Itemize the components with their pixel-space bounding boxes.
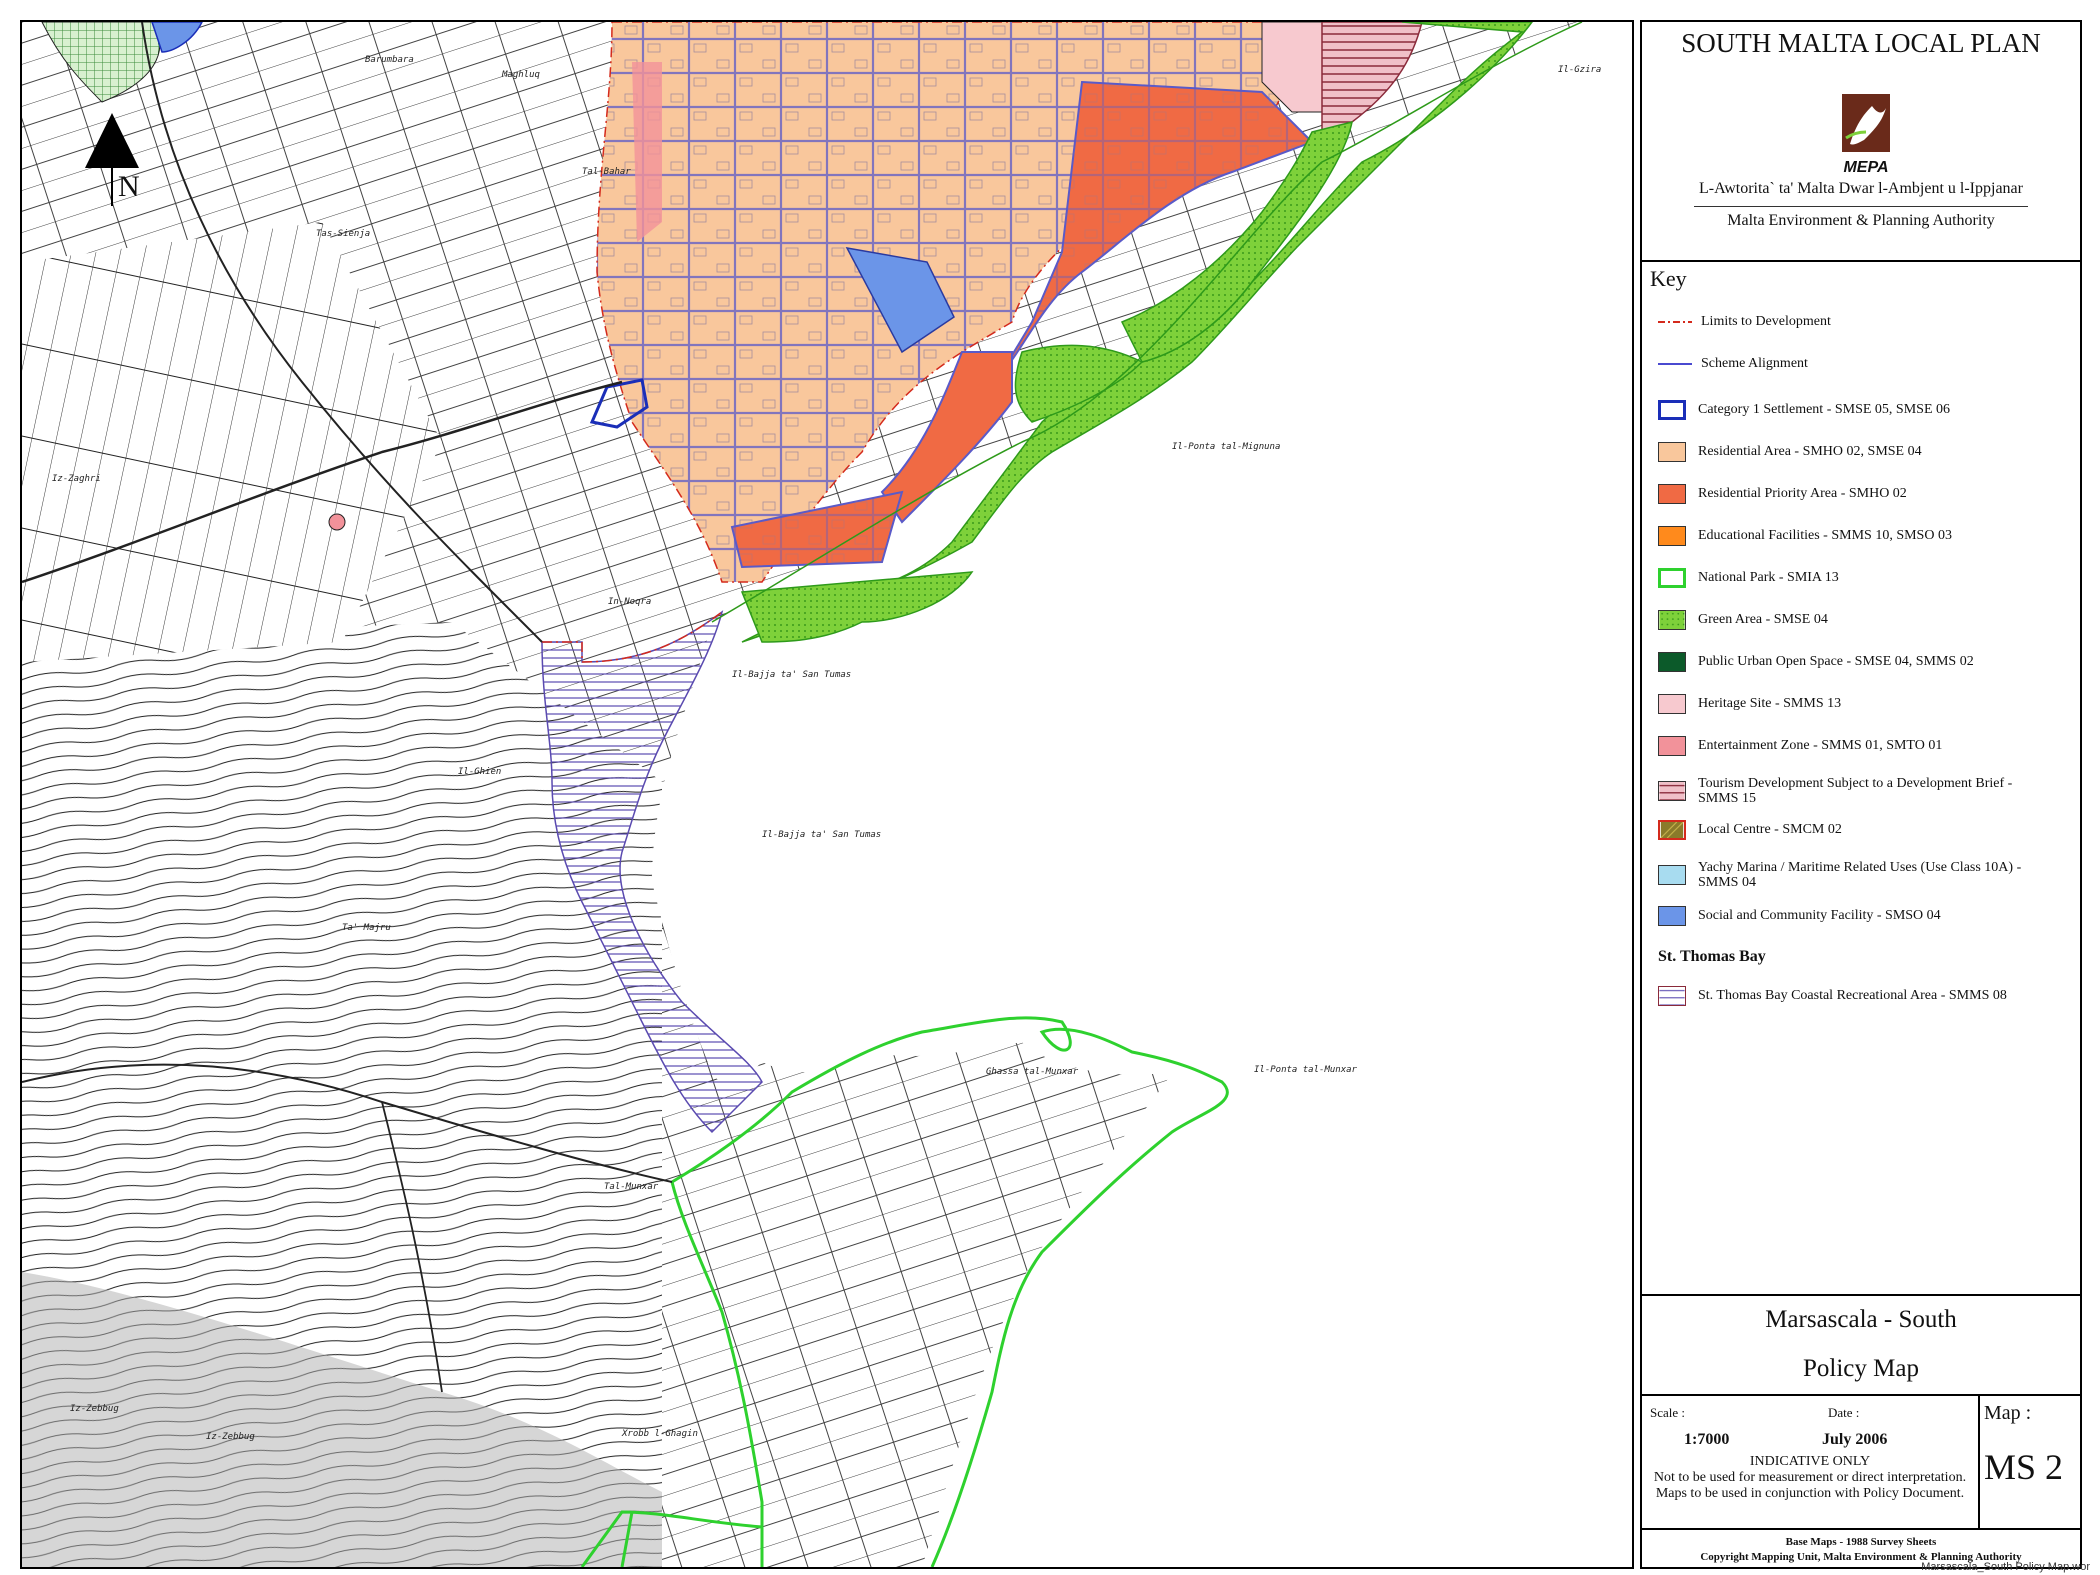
legend-item-public-urban-open-space: Public Urban Open Space - SMSE 04, SMMS … <box>1658 652 2078 672</box>
date-value: July 2006 <box>1822 1431 1888 1448</box>
legend-item-category-1-settlement: Category 1 Settlement - SMSE 05, SMSE 06 <box>1658 400 2078 420</box>
place-name-il-ponta-mignuna: Il-Ponta tal-Mignuna <box>1172 442 1281 452</box>
legend-panel: SOUTH MALTA LOCAL PLAN MEPA L-Awtorita` … <box>1640 20 2082 1569</box>
legend-item-limits-to-development: Limits to Development <box>1658 312 2078 332</box>
legend-label: Public Urban Open Space - SMSE 04, SMMS … <box>1698 654 1974 669</box>
legend-label: Tourism Development Subject to a Develop… <box>1698 776 2013 806</box>
legend-label: Green Area - SMSE 04 <box>1698 612 1828 627</box>
divider <box>1642 260 2080 262</box>
place-name-il-ponta-munxar: Il-Ponta tal-Munxar <box>1254 1065 1357 1075</box>
legend-item-st-thomas-bay: St. Thomas Bay Coastal Recreational Area… <box>1658 986 2078 1006</box>
legend-label: Residential Area - SMHO 02, SMSE 04 <box>1698 444 1922 459</box>
dotted-swatch-icon <box>1658 610 1686 630</box>
place-name-ta-majru: Ta' Majru <box>342 923 391 933</box>
legend-label: Limits to Development <box>1701 314 1831 329</box>
indicative-line-2: Not to be used for measurement or direct… <box>1653 1470 1967 1485</box>
map-canvas[interactable]: Barumbara Maghluq Tal-Bahar Tas-Sienja I… <box>20 20 1634 1569</box>
logo-text: MEPA <box>1843 159 1888 176</box>
st-thomas-heading: St. Thomas Bay <box>1658 948 1766 965</box>
place-name-il-bajja-1: Il-Bajja ta' San Tumas <box>732 670 852 680</box>
outline-swatch-icon <box>1658 568 1686 588</box>
north-label: N <box>118 170 140 203</box>
fill-swatch-icon <box>1658 694 1686 714</box>
divider <box>1642 1528 2080 1530</box>
fill-swatch-icon <box>1658 652 1686 672</box>
fill-swatch-icon <box>1658 906 1686 926</box>
fill-swatch-icon <box>1658 442 1686 462</box>
indicative-line-3: Maps to be used in conjunction with Poli… <box>1655 1486 1965 1501</box>
legend-label: National Park - SMIA 13 <box>1698 570 1839 585</box>
legend-item-educational-facilities: Educational Facilities - SMMS 10, SMSO 0… <box>1658 526 2078 546</box>
place-name-barumbara: Barumbara <box>365 55 414 65</box>
line-icon <box>1658 363 1692 365</box>
map-label: Map : <box>1984 1402 2032 1424</box>
legend-item-entertainment-zone: Entertainment Zone - SMMS 01, SMTO 01 <box>1658 736 2078 756</box>
fill-swatch-icon <box>1658 484 1686 504</box>
legend-label: Educational Facilities - SMMS 10, SMSO 0… <box>1698 528 1952 543</box>
legend-item-scheme-alignment: Scheme Alignment <box>1658 354 2078 374</box>
map-subtitle-type: Policy Map <box>1803 1355 1919 1382</box>
legend-item-national-park: National Park - SMIA 13 <box>1658 568 2078 588</box>
indicative-notice: INDICATIVE ONLY Not to be used for measu… <box>1642 1454 1978 1502</box>
map-subtitle-location: Marsascala - South <box>1765 1306 1957 1333</box>
fill-swatch-icon <box>1658 526 1686 546</box>
dotted-swatch-icon <box>1658 820 1686 840</box>
place-name-maghluq: Maghluq <box>502 70 540 80</box>
legend-label: Yachy Marina / Maritime Related Uses (Us… <box>1698 860 2022 890</box>
place-name-iz-zebbug-2: Iz-Zebbug <box>206 1432 255 1442</box>
scale-value: 1:7000 <box>1684 1431 1730 1448</box>
place-name-iz-zaghri: Iz-Zaghri <box>52 474 101 484</box>
legend-label: Category 1 Settlement - SMSE 05, SMSE 06 <box>1698 402 1950 417</box>
map-drawing <box>22 22 1632 1567</box>
dash-dot-line-icon <box>1658 321 1692 323</box>
file-name: Marsascala_South Policy Map.wor <box>1921 1561 2090 1573</box>
divider <box>1642 1394 2080 1396</box>
legend-label: Residential Priority Area - SMHO 02 <box>1698 486 1907 501</box>
base-maps-line-1: Base Maps - 1988 Survey Sheets <box>1785 1536 1937 1548</box>
outline-swatch-icon <box>1658 400 1686 420</box>
fill-swatch-icon <box>1658 736 1686 756</box>
legend-item-social-community-facility: Social and Community Facility - SMSO 04 <box>1658 906 2078 926</box>
date-label: Date : <box>1828 1405 1860 1420</box>
legend-label: Social and Community Facility - SMSO 04 <box>1698 908 1941 923</box>
authority-name-maltese: L-Awtorita` ta' Malta Dwar l-Ambjent u l… <box>1699 180 2023 197</box>
place-name-tas-sienja: Tas-Sienja <box>316 229 371 239</box>
place-name-ghassa-tal-munxar: Ghassa tal-Munxar <box>986 1067 1079 1077</box>
legend-item-heritage-site: Heritage Site - SMMS 13 <box>1658 694 2078 714</box>
divider <box>1694 206 2028 207</box>
legend-label: St. Thomas Bay Coastal Recreational Area… <box>1698 988 2007 1003</box>
legend-label: Scheme Alignment <box>1701 356 1808 371</box>
indicative-line-1: INDICATIVE ONLY <box>1749 1454 1871 1469</box>
legend-item-tourism-development: Tourism Development Subject to a Develop… <box>1658 776 2078 806</box>
fill-swatch-icon <box>1658 865 1686 885</box>
place-name-tal-bahar: Tal-Bahar <box>582 167 631 177</box>
authority-name-english: Malta Environment & Planning Authority <box>1727 212 1995 229</box>
plan-title: SOUTH MALTA LOCAL PLAN <box>1681 28 2041 58</box>
scale-label: Scale : <box>1650 1405 1686 1420</box>
legend-label: Heritage Site - SMMS 13 <box>1698 696 1842 711</box>
legend-item-yacht-marina: Yachy Marina / Maritime Related Uses (Us… <box>1658 860 2078 890</box>
divider <box>1978 1394 1980 1528</box>
place-name-xrobb-l-ghagin: Xrobb l-Ghagin <box>622 1429 698 1439</box>
hatch-swatch-icon <box>1658 986 1686 1006</box>
legend-label: Entertainment Zone - SMMS 01, SMTO 01 <box>1698 738 1943 753</box>
mepa-logo: MEPA <box>1842 94 1890 176</box>
legend-item-residential-priority-area: Residential Priority Area - SMHO 02 <box>1658 484 2078 504</box>
divider <box>1642 1294 2080 1296</box>
place-name-tal-munxar: Tal-Munxar <box>604 1182 659 1192</box>
place-name-il-gzira: Il-Gzira <box>1558 65 1602 75</box>
legend-item-residential-area: Residential Area - SMHO 02, SMSE 04 <box>1658 442 2078 462</box>
place-name-il-bajja-2: Il-Bajja ta' San Tumas <box>762 830 882 840</box>
place-name-iz-zebbug-1: Iz-Zebbug <box>70 1404 119 1414</box>
place-name-il-ghien: Il-Ghien <box>458 767 502 777</box>
hatch-swatch-icon <box>1658 781 1686 801</box>
legend-item-local-centre: Local Centre - SMCM 02 <box>1658 820 2078 840</box>
key-title: Key <box>1650 266 1687 291</box>
legend-label: Local Centre - SMCM 02 <box>1698 822 1842 837</box>
place-name-in-noqra: In-Noqra <box>608 597 652 607</box>
map-number: MS 2 <box>1984 1447 2064 1487</box>
legend-item-green-area: Green Area - SMSE 04 <box>1658 610 2078 630</box>
